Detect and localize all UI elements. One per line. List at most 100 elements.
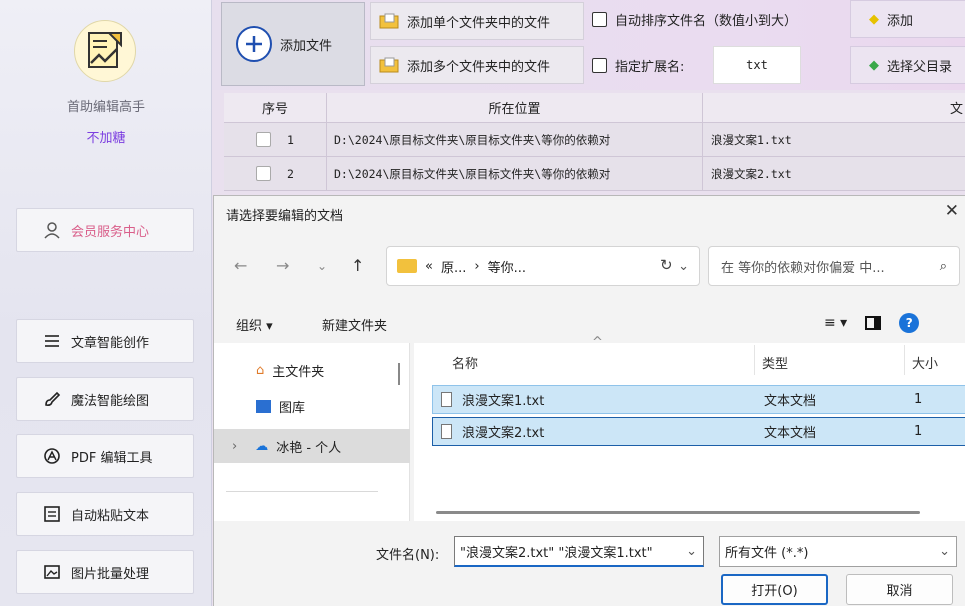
diamond-icon: ◆ [869, 11, 879, 27]
new-folder-button[interactable]: 新建文件夹 [322, 315, 387, 334]
extension-input[interactable]: txt [713, 46, 801, 84]
menu-lines-icon [45, 335, 59, 347]
cloud-icon: ☁ [255, 438, 269, 454]
file-size: 1 [914, 424, 923, 439]
member-center-label: 会员服务中心 [71, 224, 150, 240]
row-location: D:\2024\原目标文件夹\原目标文件夹\等你的依赖对 [334, 166, 611, 181]
row-name: 浪漫文案2.txt [711, 166, 792, 181]
sidebar-item-label: PDF 编辑工具 [71, 450, 153, 466]
text-file-icon [441, 392, 452, 407]
view-controls: ≡ ▾ ? [824, 313, 920, 333]
checkbox-box[interactable] [592, 57, 607, 73]
nav-item-gallery[interactable]: 图库 [214, 389, 410, 423]
auto-sort-label: 自动排序文件名（数值小到大） [615, 13, 798, 29]
sort-caret-icon: ^ [592, 335, 603, 350]
file-type: 文本文档 [764, 394, 817, 409]
chevron-right-icon[interactable]: › [232, 439, 237, 454]
row-index: 1 [287, 132, 294, 147]
breadcrumb-1[interactable]: 原... [441, 257, 466, 276]
sidebar-item-image-batch[interactable]: 图片批量处理 [16, 550, 194, 594]
row-checkbox[interactable] [256, 132, 271, 147]
chevron-down-icon[interactable]: ⌄ [678, 259, 689, 274]
sidebar-item-pdf-tools[interactable]: PDF 编辑工具 [16, 434, 194, 478]
forward-arrow-icon[interactable]: → [276, 256, 289, 275]
col-type-header[interactable]: 类型 [762, 353, 788, 372]
filename-value: "浪漫文案2.txt" "浪漫文案1.txt" [460, 545, 653, 561]
text-file-icon [441, 424, 452, 439]
choose-parent-dir-button[interactable]: ◆ 选择父目录 [850, 46, 965, 84]
add-single-label: 添加单个文件夹中的文件 [407, 15, 551, 31]
filename-input[interactable]: "浪漫文案2.txt" "浪漫文案1.txt" ⌄ [454, 536, 704, 567]
table-row[interactable]: 1 D:\2024\原目标文件夹\原目标文件夹\等你的依赖对 浪漫文案1.txt [224, 123, 965, 157]
app-subtitle: 不加糖 [86, 131, 126, 146]
filetype-value: 所有文件 (*.*) [725, 546, 809, 561]
checkbox-box[interactable] [592, 11, 607, 27]
search-placeholder: 在 等你的依赖对你偏爱 中... [721, 260, 885, 276]
nav-item-home[interactable]: ⌂ 主文件夹 [214, 353, 410, 387]
up-arrow-icon[interactable]: ↑ [351, 256, 364, 275]
refresh-icon[interactable]: ↻ [660, 256, 673, 274]
chevron-down-icon[interactable]: ⌄ [686, 544, 697, 559]
add-right-button[interactable]: ◆ 添加 [850, 0, 965, 38]
sidebar-item-magic-drawing[interactable]: 魔法智能绘图 [16, 377, 194, 421]
user-icon [44, 222, 60, 239]
open-file-dialog: 请选择要编辑的文档 ✕ ← → ⌄ ↑ « 原... › 等你... ⌄ ↻ 在… [213, 195, 965, 606]
sidebar-item-label: 魔法智能绘图 [71, 393, 150, 409]
nav-divider [226, 491, 378, 492]
breadcrumb-sep: › [474, 258, 480, 274]
sidebar-item-label: 自动粘贴文本 [71, 508, 150, 524]
nav-item-label: 主文件夹 [272, 364, 325, 380]
close-icon[interactable]: ✕ [945, 201, 959, 221]
chevron-down-icon[interactable]: ⌄ [939, 544, 950, 559]
cancel-button[interactable]: 取消 [846, 574, 953, 605]
col-size-header[interactable]: 大小 [912, 353, 938, 372]
nav-item-label: 冰艳 - 个人 [276, 440, 342, 456]
table-header: 序号 所在位置 文 [224, 93, 965, 123]
dialog-title: 请选择要编辑的文档 [226, 209, 344, 224]
file-row[interactable]: 浪漫文案1.txt 文本文档 1 [432, 385, 965, 414]
ext-label: 指定扩展名: [615, 59, 685, 75]
folder-icon [379, 57, 399, 73]
plus-icon [236, 26, 272, 62]
add-single-folder-button[interactable]: 添加单个文件夹中的文件 [370, 2, 584, 40]
help-icon[interactable]: ? [899, 313, 920, 333]
image-icon [44, 565, 60, 579]
add-multi-label: 添加多个文件夹中的文件 [407, 59, 551, 75]
row-checkbox[interactable] [256, 166, 271, 181]
search-input[interactable]: 在 等你的依赖对你偏爱 中... ⌕ [708, 246, 960, 286]
navigation-pane: ⌂ 主文件夹 图库 › ☁ 冰艳 - 个人 [214, 343, 410, 521]
col-divider [754, 345, 755, 375]
sidebar-item-article-creation[interactable]: 文章智能创作 [16, 319, 194, 363]
col-divider [904, 345, 905, 375]
filetype-select[interactable]: 所有文件 (*.*) ⌄ [719, 536, 957, 567]
sidebar-item-auto-paste[interactable]: 自动粘贴文本 [16, 492, 194, 536]
view-mode-icon[interactable]: ≡ ▾ [824, 315, 847, 331]
search-icon[interactable]: ⌕ [940, 259, 947, 274]
nav-item-onedrive[interactable]: › ☁ 冰艳 - 个人 [214, 429, 410, 463]
col-location-header: 所在位置 [327, 93, 703, 122]
sidebar-item-label: 图片批量处理 [71, 566, 150, 582]
address-bar[interactable]: « 原... › 等你... ⌄ [386, 246, 700, 286]
auto-sort-checkbox[interactable]: 自动排序文件名（数值小到大） [592, 0, 797, 38]
table-row[interactable]: 2 D:\2024\原目标文件夹\原目标文件夹\等你的依赖对 浪漫文案2.txt [224, 157, 965, 191]
app-logo-icon [74, 20, 136, 82]
add-right-label: 添加 [887, 13, 914, 29]
back-arrow-icon[interactable]: ← [234, 256, 247, 275]
add-file-label: 添加文件 [280, 38, 333, 54]
ext-checkbox[interactable]: 指定扩展名: [592, 46, 684, 84]
file-name: 浪漫文案1.txt [462, 394, 545, 409]
add-multi-folder-button[interactable]: 添加多个文件夹中的文件 [370, 46, 584, 84]
open-button[interactable]: 打开(O) [721, 574, 828, 605]
organize-menu[interactable]: 组织 ▾ [236, 315, 273, 334]
file-row[interactable]: 浪漫文案2.txt 文本文档 1 [432, 417, 965, 446]
member-center-button[interactable]: 会员服务中心 [16, 208, 194, 252]
folder-icon [397, 259, 417, 273]
add-file-button[interactable]: 添加文件 [221, 2, 365, 86]
breadcrumb-2[interactable]: 等你... [488, 257, 526, 276]
recent-dropdown-icon[interactable]: ⌄ [317, 259, 327, 273]
col-name-header[interactable]: 名称 [452, 353, 478, 372]
preview-pane-icon[interactable] [865, 316, 882, 330]
file-type: 文本文档 [764, 426, 817, 441]
horizontal-scrollbar[interactable] [436, 511, 920, 514]
row-name: 浪漫文案1.txt [711, 132, 792, 147]
